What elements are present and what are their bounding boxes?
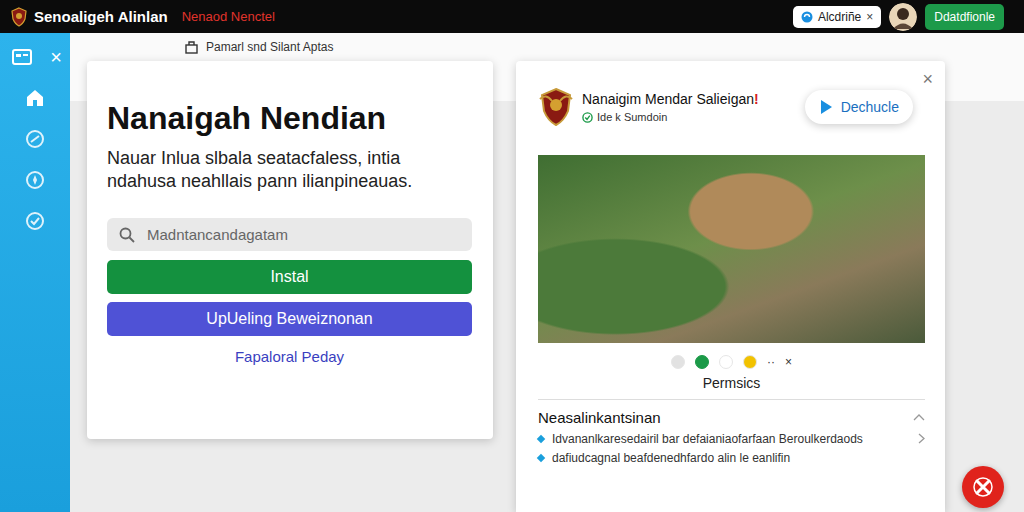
pager: ·· × — [538, 355, 925, 369]
search-field[interactable] — [107, 218, 472, 251]
sidebar-item[interactable] — [25, 211, 45, 231]
top-bar: Senoaligeh Alinlan Nenaod Nenctel Alcdriñe… — [0, 0, 1024, 33]
install-card: Nanaigah Nendian Nauar Inlua slbala seata… — [87, 61, 493, 439]
pager-dot[interactable] — [743, 355, 757, 369]
app-window: Senoaligeh Alinlan Nenaod Nenctel Alcdriñe… — [0, 0, 1024, 512]
brand-name: Senoaligeh Alinlan — [34, 8, 168, 25]
search-input[interactable] — [145, 225, 460, 244]
village-photo — [538, 155, 925, 343]
card-subtitle: Ide k Sumdoin — [582, 111, 797, 123]
chevron-right-icon — [918, 433, 925, 444]
card-link[interactable]: Fapaloral Peday — [107, 348, 472, 365]
compass-icon — [25, 170, 45, 190]
detail-card: Nanaigim Mendar Salieigan! Ide k Sumdoin D… — [516, 61, 945, 512]
pager-dot[interactable] — [695, 355, 709, 369]
emblem-icon — [10, 7, 28, 27]
alert-mark: ! — [754, 91, 759, 107]
account-chip-close[interactable]: × — [866, 10, 873, 24]
sidebar: × — [0, 33, 70, 512]
sidebar-close[interactable]: × — [50, 47, 62, 67]
pager-dot[interactable] — [719, 355, 733, 369]
chevron-icon — [913, 413, 925, 421]
pager-dot[interactable] — [671, 355, 685, 369]
card-title: Nanaigah Nendian — [107, 99, 472, 137]
upgrade-button[interactable]: UpUeling Beweiznonan — [107, 302, 472, 336]
sidebar-item[interactable] — [25, 170, 45, 190]
close-icon — [972, 476, 994, 498]
sync-icon — [801, 11, 813, 23]
pager-more[interactable]: ·· — [767, 355, 775, 369]
sidebar-item[interactable] — [25, 129, 45, 149]
sidebar-item[interactable] — [25, 88, 45, 108]
search-icon — [119, 227, 135, 243]
account-chip-label: Alcdriñe — [818, 10, 861, 24]
home-icon — [25, 88, 45, 108]
pager-close[interactable]: × — [785, 355, 792, 369]
action-button[interactable]: Ddatdfionle — [925, 4, 1004, 30]
emblem-icon — [538, 87, 574, 127]
section-item[interactable]: dafiudcagnal beafdenedhfardo alin le ean… — [538, 449, 925, 466]
card-icon[interactable] — [12, 49, 32, 65]
palette-icon — [25, 129, 45, 149]
close-button[interactable]: × — [922, 69, 933, 90]
section: Neasalinkantsinan Idvananlkaresedairil ba… — [538, 399, 925, 466]
install-button[interactable]: Instal — [107, 260, 472, 294]
caption: Permsics — [538, 375, 925, 391]
brand[interactable]: Senoaligeh Alinlan Nenaod Nenctel — [10, 7, 275, 27]
card-title: Nanaigim Mendar Salieigan! — [582, 91, 797, 107]
check-circle-icon — [25, 211, 45, 231]
bullet-icon — [537, 453, 545, 461]
breadcrumb: Pamarl snd Silant Aptas — [70, 33, 1024, 61]
close-fab[interactable] — [962, 466, 1004, 508]
bag-icon — [185, 40, 198, 54]
schedule-button[interactable]: Dechucle — [805, 90, 913, 124]
card-description: Nauar Inlua slbala seatacfaless, intia n… — [107, 147, 472, 193]
section-item[interactable]: Idvananlkaresedairil bar defaianiaofarfa… — [538, 430, 925, 447]
play-icon — [819, 99, 833, 115]
check-icon — [582, 112, 593, 123]
avatar-icon[interactable] — [889, 3, 917, 31]
section-header[interactable]: Neasalinkantsinan — [538, 406, 925, 428]
main-area: Pamarl snd Silant AptasNanaigah NendianN… — [70, 33, 1024, 512]
bullet-icon — [537, 434, 545, 442]
tagline: Nenaod Nenctel — [182, 9, 275, 24]
account-chip[interactable]: Alcdriñe × — [793, 6, 881, 28]
breadcrumb-label[interactable]: Pamarl snd Silant Aptas — [206, 40, 333, 54]
